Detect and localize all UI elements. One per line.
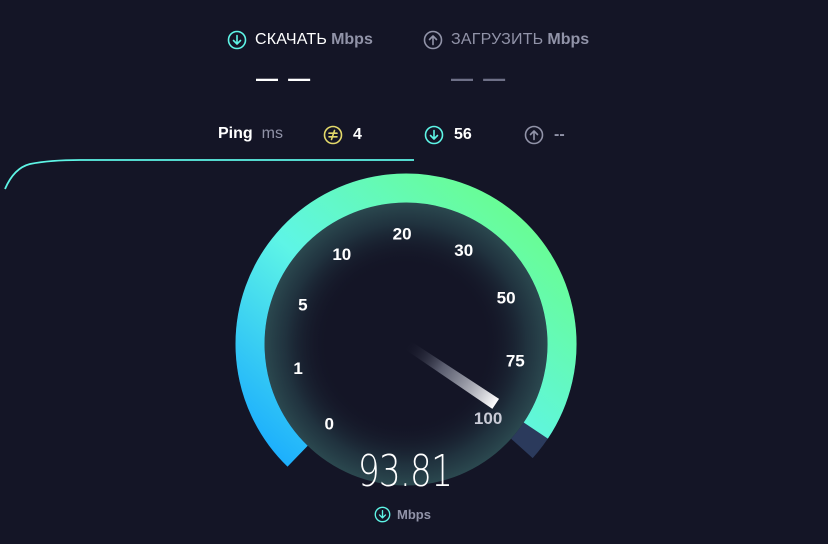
gauge-label-5: 5 <box>298 295 307 314</box>
gauge-label-10: 10 <box>332 245 351 264</box>
gauge-label-30: 30 <box>454 241 473 260</box>
gauge-label-1: 1 <box>293 359 302 378</box>
current-speed-value: 93.81 <box>357 446 453 497</box>
gauge-label-50: 50 <box>497 288 516 307</box>
gauge-label-0: 0 <box>324 415 333 434</box>
download-arrow-icon <box>374 506 391 523</box>
gauge-label-20: 20 <box>393 225 412 244</box>
current-speed-unit: Mbps <box>374 506 431 523</box>
current-speed-unit-label: Mbps <box>397 507 431 522</box>
gauge-label-100: 100 <box>474 409 502 428</box>
gauge-label-75: 75 <box>506 351 525 370</box>
